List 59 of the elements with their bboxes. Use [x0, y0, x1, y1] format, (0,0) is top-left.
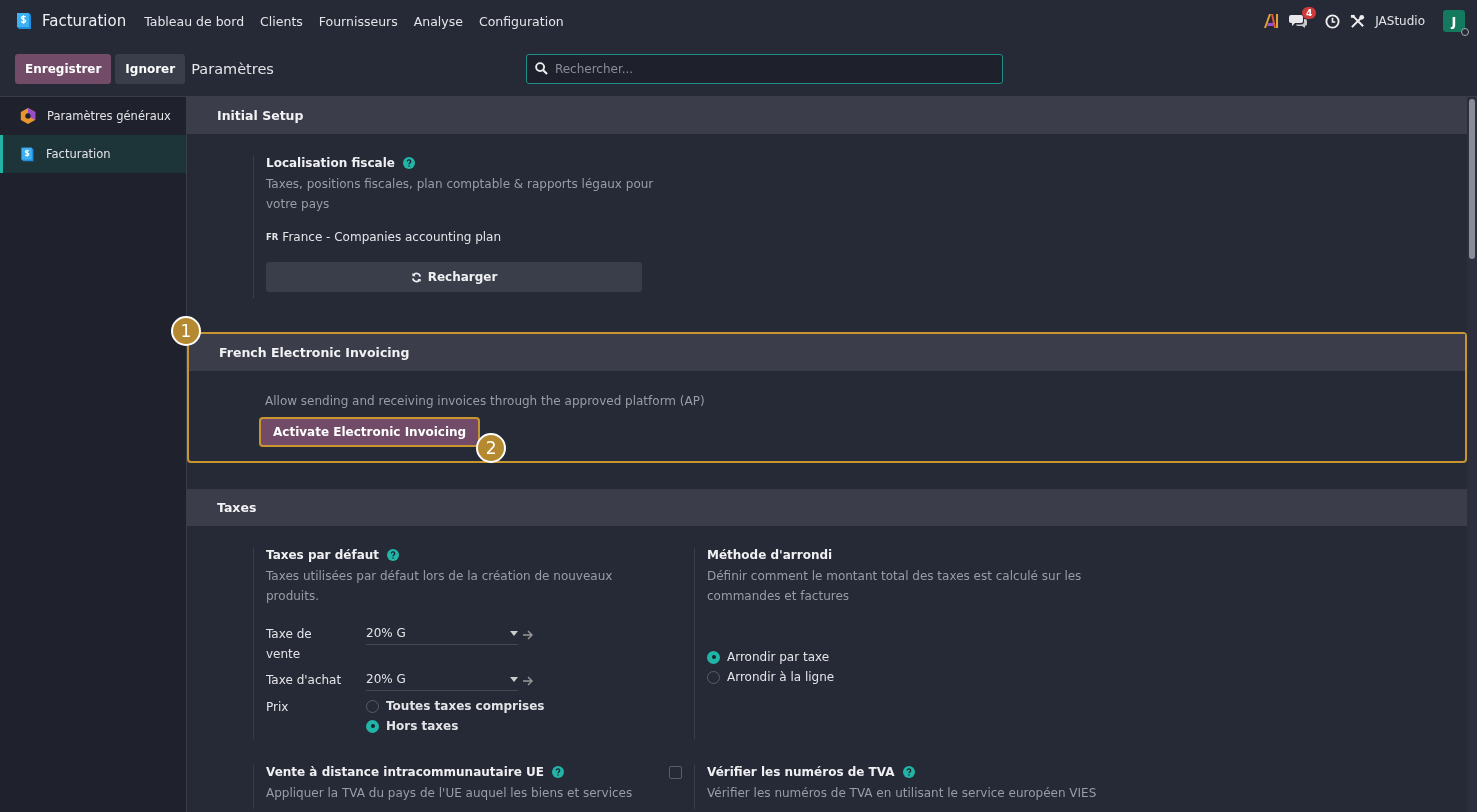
chat-icon[interactable] — [1289, 13, 1308, 29]
field-label: Prix — [266, 699, 290, 716]
caret-icon — [510, 676, 518, 682]
field-label: Taxe d'achat — [266, 672, 343, 689]
radio-button[interactable] — [366, 719, 379, 733]
menu-item[interactable]: Tableau de bord — [136, 13, 253, 29]
setting-title: Vente à distance intracommunautaire UE — [266, 765, 564, 779]
setting-title: Taxes par défaut — [266, 548, 400, 562]
sidebar-item[interactable]: Paramètres généraux — [0, 97, 186, 135]
country-code: FR — [266, 232, 279, 242]
menu-item[interactable]: Configuration — [470, 13, 572, 29]
menu-item[interactable]: Analyse — [405, 13, 471, 29]
breadcrumb: Paramètres — [191, 61, 274, 77]
refresh-icon — [410, 271, 422, 283]
radio-label: Hors taxes — [386, 719, 459, 733]
setting-title: Localisation fiscale — [266, 156, 415, 170]
section-header: French Electronic Invoicing — [189, 334, 1465, 371]
checkbox[interactable] — [669, 765, 682, 779]
setting-title: Vérifier les numéros de TVA — [707, 765, 915, 779]
field-label: Taxe de vente — [266, 626, 313, 663]
radio-label: Toutes taxes comprises — [386, 699, 545, 713]
menu-item[interactable]: Fournisseurs — [310, 13, 406, 29]
scrollbar[interactable] — [1467, 97, 1477, 812]
tools-icon[interactable] — [1350, 13, 1366, 29]
hexagon-icon — [19, 107, 37, 125]
radio-label: Arrondir à la ligne — [727, 670, 835, 684]
message-count-badge: 4 — [1301, 6, 1317, 19]
tax-select[interactable]: 20% G — [366, 670, 518, 691]
menu-item[interactable]: Clients — [252, 13, 311, 29]
discard-button[interactable]: Ignorer — [115, 54, 186, 84]
reload-button[interactable]: Recharger — [266, 262, 642, 292]
search-field[interactable]: Rechercher... — [525, 54, 1003, 84]
tax-select[interactable]: 20% G — [366, 624, 518, 645]
sidebar-item[interactable]: Facturation — [0, 135, 186, 173]
step-marker: 2 — [476, 433, 507, 463]
section-description: Allow sending and receiving invoices through the approved platform (AP) — [265, 393, 705, 410]
save-button[interactable]: Enregistrer — [15, 54, 112, 84]
app-name[interactable]: Facturation — [42, 12, 127, 30]
setting-description: Taxes utilisées par défaut lors de la création de nouveaux produits. — [266, 568, 614, 605]
invoice-app-icon — [14, 11, 34, 31]
caret-icon — [510, 630, 518, 636]
setting-title: Méthode d'arrondi — [707, 548, 833, 562]
search-icon — [534, 62, 548, 75]
setting-description: Vérifier les numéros de TVA en utilisant le service européen VIES — [707, 785, 1098, 802]
section-header: Initial Setup — [187, 97, 1467, 134]
setting-description: Définir comment le montant total des taxes est calculé sur les commandes et factures — [707, 568, 1083, 605]
section-header: Taxes — [187, 489, 1467, 526]
fiscal-localization-value: France - Companies accounting plan — [282, 230, 502, 244]
company-name[interactable]: JAStudio — [1375, 14, 1425, 28]
arrow-right-icon[interactable] — [522, 675, 534, 686]
ai-logo-icon[interactable] — [1263, 14, 1280, 28]
invoice-app-icon — [19, 145, 36, 163]
arrow-right-icon[interactable] — [522, 629, 534, 640]
clock-icon[interactable] — [1325, 13, 1341, 29]
radio-label: Arrondir par taxe — [727, 650, 830, 664]
activate-button[interactable]: Activate Electronic Invoicing — [259, 417, 481, 447]
radio-button[interactable] — [707, 650, 720, 664]
setting-description: Taxes, positions fiscales, plan comptable & rapports légaux pour votre pays — [266, 176, 655, 213]
setting-description: Appliquer la TVA du pays de l'UE auquel les biens et services — [266, 785, 634, 802]
